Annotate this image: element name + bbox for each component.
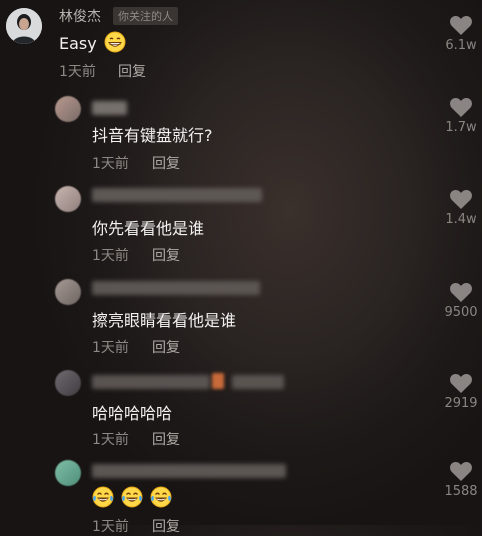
heart-icon: [450, 461, 472, 481]
grinning-emoji-icon: [104, 31, 126, 53]
reply-item: 抖音有键盘就行? 1天前 回复 1.7w: [0, 90, 482, 180]
comment-time: 1天前: [59, 64, 96, 80]
like-button[interactable]: 1.4w: [441, 188, 481, 227]
following-badge: 你关注的人: [113, 7, 178, 25]
reply-item: 你先看看他是谁 1天前 回复 1.4w: [0, 180, 482, 272]
heart-icon: [450, 189, 472, 209]
like-count: 1.4w: [445, 212, 477, 227]
comment-item: 林俊杰 你关注的人 Easy 1天前 回复 6.1w: [0, 0, 482, 85]
avatar-photo-icon: [6, 8, 42, 44]
comment-text: Easy: [59, 31, 128, 53]
comment-text: 擦亮眼睛看看他是谁: [92, 311, 237, 330]
tears-of-joy-emoji-icon: [92, 486, 114, 508]
like-count: 9500: [444, 305, 478, 320]
comment-text: [92, 486, 174, 508]
avatar[interactable]: [55, 186, 81, 212]
reply-item: 哈哈哈哈哈 1天前 回复 2919: [0, 364, 482, 456]
like-count: 1.7w: [445, 120, 477, 135]
reply-button[interactable]: 回复: [152, 516, 180, 536]
like-button[interactable]: 6.1w: [441, 14, 481, 53]
like-button[interactable]: 9500: [441, 281, 481, 320]
comment-text: 哈哈哈哈哈: [92, 404, 173, 423]
reply-button[interactable]: 回复: [152, 337, 180, 357]
author-name-blurred: [232, 375, 284, 389]
reply-item: 擦亮眼睛看看他是谁 1天前 回复 9500: [0, 272, 482, 364]
comment-text-content: Easy: [59, 34, 97, 53]
author-name-blurred[interactable]: [92, 188, 262, 202]
tears-of-joy-emoji-icon: [150, 486, 172, 508]
reply-item: 1天前 回复 1588: [0, 456, 482, 535]
heart-icon: [450, 282, 472, 302]
comment-time: 1天前: [92, 248, 129, 264]
avatar[interactable]: [55, 279, 81, 305]
reply-button[interactable]: 回复: [118, 61, 146, 81]
comment-time: 1天前: [92, 156, 129, 172]
author-name[interactable]: 林俊杰: [59, 6, 101, 26]
comment-time: 1天前: [92, 519, 129, 535]
heart-icon: [450, 373, 472, 393]
heart-icon: [450, 15, 472, 36]
like-button[interactable]: 1588: [441, 460, 481, 499]
author-name-blurred[interactable]: [92, 101, 127, 115]
avatar[interactable]: [55, 370, 81, 396]
like-button[interactable]: 1.7w: [441, 96, 481, 135]
comment-time: 1天前: [92, 340, 129, 356]
comment-time: 1天前: [92, 432, 129, 448]
comment-text: 抖音有键盘就行?: [92, 126, 213, 145]
tears-of-joy-emoji-icon: [121, 486, 143, 508]
reply-button[interactable]: 回复: [152, 245, 180, 265]
avatar[interactable]: [6, 8, 42, 44]
blurred-badge: [212, 373, 224, 389]
like-count: 6.1w: [445, 38, 477, 53]
avatar[interactable]: [55, 460, 81, 486]
author-name-blurred[interactable]: [92, 464, 286, 478]
comment-text: 你先看看他是谁: [92, 219, 205, 238]
like-button[interactable]: 2919: [441, 372, 481, 411]
like-count: 1588: [444, 484, 478, 499]
author-name-blurred[interactable]: [92, 281, 260, 295]
like-count: 2919: [444, 396, 478, 411]
reply-button[interactable]: 回复: [152, 429, 180, 449]
author-name-blurred[interactable]: [92, 375, 210, 389]
heart-icon: [450, 97, 472, 117]
avatar[interactable]: [55, 96, 81, 122]
reply-button[interactable]: 回复: [152, 153, 180, 173]
